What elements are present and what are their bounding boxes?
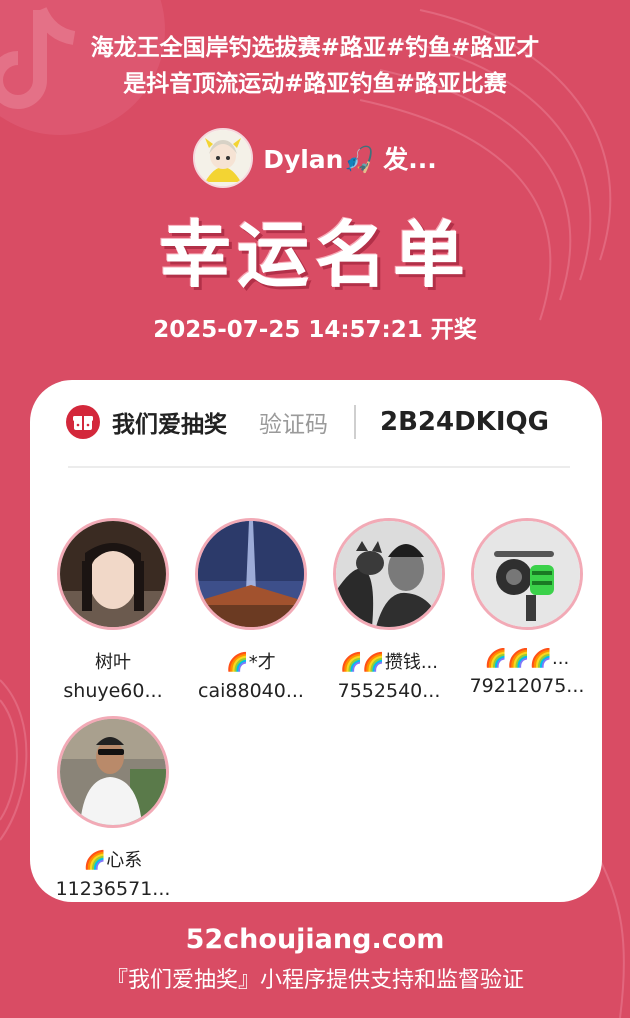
- winners-card: 我们爱抽奖 验证码 2B24DKIQG 树叶 shuye60... 🌈*才 ca…: [30, 380, 602, 902]
- winner-id: 7552540...: [337, 680, 441, 702]
- author-row[interactable]: Dylan🎣 发...: [0, 128, 630, 188]
- winner-id: shuye60...: [63, 680, 163, 702]
- draw-time: 2025-07-25 14:57:21 开奖: [153, 317, 477, 343]
- winner-nickname: 🌈心系: [83, 850, 143, 871]
- footer-note: 『我们爱抽奖』小程序提供支持和监督验证: [105, 968, 524, 993]
- winner-avatar[interactable]: [57, 518, 169, 630]
- winner-item[interactable]: 🌈*才 cai88040...: [189, 518, 313, 702]
- winner-item[interactable]: 🌈心系 11236571...: [51, 716, 175, 900]
- winner-item[interactable]: 树叶 shuye60...: [51, 518, 175, 702]
- post-headline: 海龙王全国岸钓选拔赛#路亚#钓鱼#路亚才 是抖音顶流运动#路亚钓鱼#路亚比赛: [0, 30, 630, 102]
- winner-id: 79212075...: [469, 675, 585, 697]
- winner-nickname: 🌈🌈🌈...: [484, 648, 570, 669]
- gift-icon: [66, 405, 100, 439]
- author-name: Dylan🎣 发...: [263, 145, 437, 174]
- lucky-list-title: 幸运名单: [158, 213, 471, 297]
- winner-id: 11236571...: [55, 878, 171, 900]
- winner-avatar[interactable]: [195, 518, 307, 630]
- verify-code: 2B24DKIQG: [380, 407, 549, 437]
- verify-code-label: 验证码: [259, 405, 356, 439]
- winner-id: cai88040...: [198, 680, 304, 702]
- card-header: 我们爱抽奖 验证码 2B24DKIQG: [66, 402, 572, 442]
- winner-avatar[interactable]: [471, 518, 583, 630]
- card-divider: [68, 466, 570, 468]
- winner-item[interactable]: 🌈🌈攒钱... 7552540...: [327, 518, 451, 702]
- winner-item[interactable]: 🌈🌈🌈... 79212075...: [465, 518, 589, 697]
- winner-nickname: 🌈🌈攒钱...: [340, 652, 438, 673]
- winner-nickname: 🌈*才: [226, 652, 276, 673]
- headline-line-1: 海龙王全国岸钓选拔赛#路亚#钓鱼#路亚才: [90, 35, 540, 61]
- winner-avatar[interactable]: [333, 518, 445, 630]
- footer-site-link[interactable]: 52choujiang.com: [0, 924, 630, 955]
- author-avatar[interactable]: [193, 128, 254, 188]
- headline-line-2: 是抖音顶流运动#路亚钓鱼#路亚比赛: [123, 71, 507, 97]
- winner-nickname: 树叶: [95, 652, 131, 673]
- platform-name: 我们爱抽奖: [112, 412, 227, 438]
- winner-avatar[interactable]: [57, 716, 169, 828]
